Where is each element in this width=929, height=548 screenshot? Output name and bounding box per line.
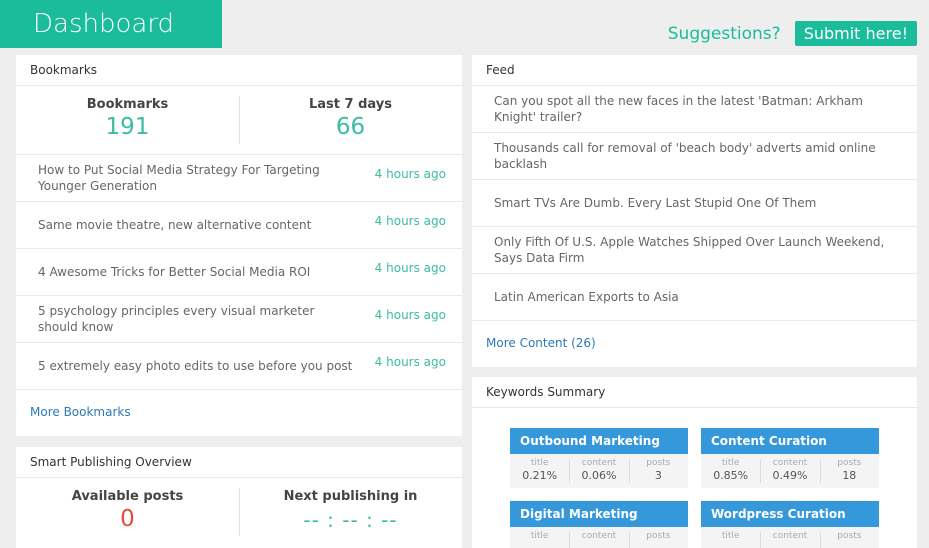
keyword-title-stat: title 0.85% xyxy=(701,454,760,488)
keywords-summary-title: Keywords Summary xyxy=(472,377,917,408)
feed-item-title[interactable]: Latin American Exports to Asia xyxy=(494,289,679,305)
stat-label: Bookmarks xyxy=(86,97,169,112)
stat-value: 66 xyxy=(335,114,366,140)
bookmark-time: 4 hours ago xyxy=(374,308,446,322)
keyword-card[interactable]: Wordpress Curation title content posts xyxy=(701,501,879,548)
next-publishing-stat: Next publishing in -- : -- : -- xyxy=(239,478,462,546)
submit-suggestion-button[interactable]: Submit here! xyxy=(794,21,917,46)
bookmark-time: 4 hours ago xyxy=(374,261,446,275)
stat-label: Last 7 days xyxy=(309,97,392,112)
keywords-summary-panel: Keywords Summary Outbound Marketing titl… xyxy=(472,377,917,548)
next-publishing-countdown: -- : -- : -- xyxy=(303,508,398,532)
keyword-stat-label: content xyxy=(581,458,617,468)
keyword-content-stat: content 0.06% xyxy=(569,454,628,488)
keyword-stat-label: content xyxy=(581,531,617,541)
bookmarks-panel: Bookmarks Bookmarks 191 Last 7 days 66 H… xyxy=(16,55,462,436)
bookmark-time: 4 hours ago xyxy=(374,214,446,228)
smart-publishing-title: Smart Publishing Overview xyxy=(16,447,462,478)
keyword-stats: title 0.21% content 0.06% posts 3 xyxy=(510,454,688,488)
bookmark-item[interactable]: 5 psychology principles every visual mar… xyxy=(16,296,462,343)
feed-panel-title: Feed xyxy=(472,55,917,86)
bookmark-item[interactable]: How to Put Social Media Strategy For Tar… xyxy=(16,155,462,202)
keyword-name[interactable]: Content Curation xyxy=(701,428,879,454)
stat-label: Next publishing in xyxy=(283,489,418,504)
keyword-stat-label: posts xyxy=(837,531,862,541)
keyword-stat-label: title xyxy=(530,531,549,541)
keyword-content-stat: content xyxy=(569,527,628,548)
keyword-card[interactable]: Content Curation title 0.85% content 0.4… xyxy=(701,428,879,488)
keyword-stat-label: title xyxy=(721,531,740,541)
bookmark-item[interactable]: Same movie theatre, new alternative cont… xyxy=(16,202,462,249)
keyword-title-stat: title xyxy=(510,527,569,548)
keyword-card[interactable]: Digital Marketing title content posts xyxy=(510,501,688,548)
keyword-posts-stat: posts 3 xyxy=(628,454,688,488)
keyword-posts-stat: posts 18 xyxy=(819,454,879,488)
feed-item[interactable]: Smart TVs Are Dumb. Every Last Stupid On… xyxy=(472,180,917,227)
bookmark-title[interactable]: 4 Awesome Tricks for Better Social Media… xyxy=(38,264,375,280)
bookmarks-total-stat: Bookmarks 191 xyxy=(16,86,239,154)
keyword-posts-stat: posts xyxy=(819,527,879,548)
keyword-name[interactable]: Digital Marketing xyxy=(510,501,688,527)
keyword-stat-value: 0.21% xyxy=(522,469,558,482)
bookmark-title[interactable]: Same movie theatre, new alternative cont… xyxy=(38,217,375,233)
keyword-stat-label: content xyxy=(772,531,808,541)
stat-label: Available posts xyxy=(71,489,184,504)
bookmarks-panel-title: Bookmarks xyxy=(16,55,462,86)
bookmark-time: 4 hours ago xyxy=(374,355,446,369)
feed-item[interactable]: Can you spot all the new faces in the la… xyxy=(472,86,917,133)
dashboard-logo: Dashboard xyxy=(0,0,222,48)
suggestions-label: Suggestions? xyxy=(667,23,781,44)
keyword-stats: title content posts xyxy=(701,527,879,548)
keyword-stat-label: title xyxy=(721,458,740,468)
keyword-card[interactable]: Outbound Marketing title 0.21% content 0… xyxy=(510,428,688,488)
feed-item[interactable]: Latin American Exports to Asia xyxy=(472,274,917,321)
feed-item-title[interactable]: Thousands call for removal of 'beach bod… xyxy=(494,140,889,172)
stat-value: 191 xyxy=(105,114,150,140)
keyword-stat-label: posts xyxy=(837,458,862,468)
more-content-link[interactable]: More Content (26) xyxy=(472,321,917,365)
keyword-posts-stat: posts xyxy=(628,527,688,548)
keyword-stats: title content posts xyxy=(510,527,688,548)
keyword-stat-value: 3 xyxy=(654,469,662,482)
keyword-title-stat: title xyxy=(701,527,760,548)
available-posts-value: 0 xyxy=(120,506,135,532)
keyword-stat-value: 0.06% xyxy=(581,469,617,482)
keyword-content-stat: content 0.49% xyxy=(760,454,819,488)
keyword-title-stat: title 0.21% xyxy=(510,454,569,488)
bookmarks-last7-stat: Last 7 days 66 xyxy=(239,86,462,154)
more-bookmarks-link[interactable]: More Bookmarks xyxy=(16,390,462,434)
smart-publishing-panel: Smart Publishing Overview Available post… xyxy=(16,447,462,548)
publishing-stats: Available posts 0 Next publishing in -- … xyxy=(16,478,462,546)
feed-item-title[interactable]: Only Fifth Of U.S. Apple Watches Shipped… xyxy=(494,234,889,266)
bookmark-title[interactable]: 5 psychology principles every visual mar… xyxy=(38,303,375,335)
keyword-stats: title 0.85% content 0.49% posts 18 xyxy=(701,454,879,488)
feed-item-title[interactable]: Can you spot all the new faces in the la… xyxy=(494,93,889,125)
keyword-name[interactable]: Wordpress Curation xyxy=(701,501,879,527)
available-posts-stat: Available posts 0 xyxy=(16,478,239,546)
keyword-content-stat: content xyxy=(760,527,819,548)
keyword-stat-value: 0.85% xyxy=(713,469,749,482)
suggestions-bar: Suggestions? Submit here! xyxy=(668,21,917,46)
bookmark-title[interactable]: 5 extremely easy photo edits to use befo… xyxy=(38,358,375,374)
bookmark-time: 4 hours ago xyxy=(374,167,446,181)
keyword-stat-label: posts xyxy=(646,458,671,468)
keyword-stat-label: posts xyxy=(646,531,671,541)
bookmark-item[interactable]: 5 extremely easy photo edits to use befo… xyxy=(16,343,462,390)
bookmark-item[interactable]: 4 Awesome Tricks for Better Social Media… xyxy=(16,249,462,296)
feed-panel: Feed Can you spot all the new faces in t… xyxy=(472,55,917,367)
keyword-stat-value: 0.49% xyxy=(772,469,808,482)
keyword-stat-value: 18 xyxy=(842,469,857,482)
bookmark-title[interactable]: How to Put Social Media Strategy For Tar… xyxy=(38,162,375,194)
bookmarks-stats: Bookmarks 191 Last 7 days 66 xyxy=(16,86,462,155)
feed-item-title[interactable]: Smart TVs Are Dumb. Every Last Stupid On… xyxy=(494,195,816,211)
feed-item[interactable]: Only Fifth Of U.S. Apple Watches Shipped… xyxy=(472,227,917,274)
feed-item[interactable]: Thousands call for removal of 'beach bod… xyxy=(472,133,917,180)
keyword-stat-label: title xyxy=(530,458,549,468)
keyword-stat-label: content xyxy=(772,458,808,468)
keyword-name[interactable]: Outbound Marketing xyxy=(510,428,688,454)
